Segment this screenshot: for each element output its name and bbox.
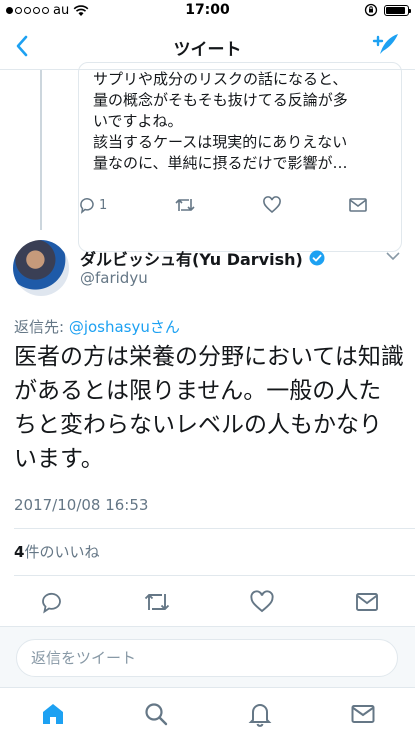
reply-input[interactable]: [16, 639, 398, 677]
tweet-timestamp: 2017/10/08 16:53: [14, 496, 149, 514]
heart-icon[interactable]: [262, 196, 282, 214]
tab-notifications[interactable]: [245, 699, 275, 729]
reply-to-user-link[interactable]: @joshasyuさん: [69, 318, 180, 336]
compose-tweet-icon[interactable]: [371, 30, 401, 60]
tweet-actions: [40, 588, 380, 616]
reply-to-line: 返信先: @joshasyuさん: [14, 316, 180, 337]
likes-summary[interactable]: 4件のいいね: [14, 541, 99, 562]
retweet-icon[interactable]: [174, 196, 196, 214]
divider: [14, 575, 415, 576]
reply-icon: [80, 198, 94, 214]
tab-home[interactable]: [38, 699, 68, 729]
envelope-icon[interactable]: [348, 197, 368, 213]
home-icon: [43, 704, 63, 724]
envelope-icon: [351, 705, 375, 723]
bell-icon: [248, 704, 272, 727]
quoted-tweet-text: サプリや成分のリスクの話になると、 量の概念がそもそも抜けてる反論が多 いですよ…: [93, 70, 348, 172]
thread-line: [40, 70, 42, 230]
search-icon: [145, 703, 168, 726]
verified-badge-icon: [309, 250, 325, 266]
author-name-row[interactable]: ダルビッシュ有(Yu Darvish): [80, 246, 325, 270]
envelope-icon[interactable]: [354, 591, 380, 613]
chevron-down-icon[interactable]: [385, 250, 401, 262]
reply-button[interactable]: 1: [78, 196, 107, 214]
tab-messages[interactable]: [348, 699, 378, 729]
reply-count: 1: [99, 197, 108, 213]
quoted-tweet-card[interactable]: サプリや成分のリスクの話になると、 量の概念がそもそも抜けてる反論が多 いですよ…: [78, 62, 402, 252]
heart-icon[interactable]: [249, 590, 275, 614]
avatar[interactable]: [13, 240, 69, 296]
divider: [14, 528, 415, 529]
likes-label: 件のいいね: [24, 543, 100, 561]
reply-icon[interactable]: [40, 590, 64, 614]
tab-search[interactable]: [141, 699, 171, 729]
battery-icon: [384, 4, 411, 16]
status-time: 17:00: [185, 2, 230, 18]
status-bar: au 17:00: [0, 0, 415, 22]
page-title: ツイート: [173, 40, 242, 60]
retweet-icon[interactable]: [143, 590, 171, 614]
status-right: [364, 3, 411, 17]
author-handle: @faridyu: [80, 269, 148, 287]
rotation-lock-icon: [364, 3, 378, 17]
previous-tweet-actions: 1: [78, 193, 368, 217]
tweet-header: ダルビッシュ有(Yu Darvish) @faridyu: [0, 238, 415, 300]
tweet-text: 医者の方は栄養の分野においては知識があるとは限りません。一般の人たちと変わらない…: [14, 344, 404, 472]
reply-bar: [0, 626, 415, 687]
reply-to-prefix: 返信先:: [14, 318, 69, 336]
likes-count: 4: [14, 543, 25, 561]
tab-bar: [0, 687, 415, 739]
author-name: ダルビッシュ有(Yu Darvish): [80, 250, 303, 269]
